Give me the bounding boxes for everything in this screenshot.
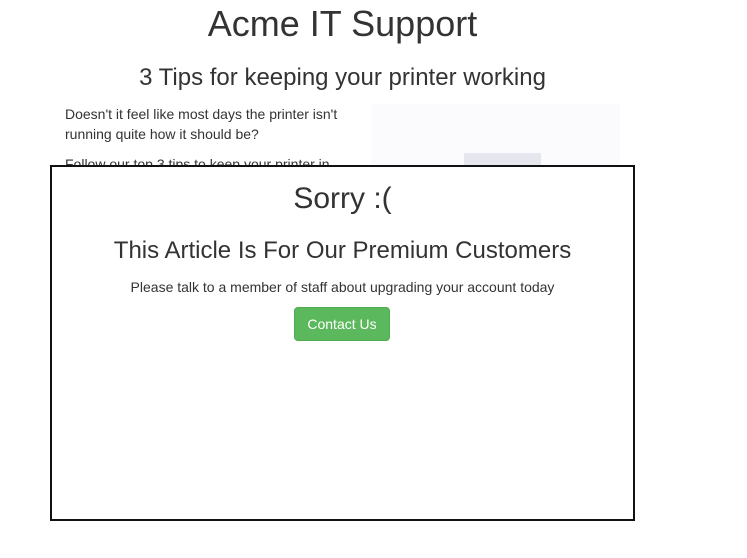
site-title: Acme IT Support xyxy=(207,3,478,44)
article-title: 3 Tips for keeping your printer working xyxy=(139,64,546,91)
paywall-heading: Sorry :( xyxy=(293,182,392,215)
article-image xyxy=(371,104,620,166)
paywall-modal: Sorry :( This Article Is For Our Premium… xyxy=(50,165,635,521)
article-paragraph: Doesn't it feel like most days the print… xyxy=(65,106,338,142)
paywall-subheading: This Article Is For Our Premium Customer… xyxy=(113,237,572,264)
page: Acme IT Support 3 Tips for keeping your … xyxy=(0,0,747,558)
paywall-message: Please talk to a member of staff about u… xyxy=(130,279,555,295)
contact-us-button[interactable]: Contact Us xyxy=(294,307,390,341)
